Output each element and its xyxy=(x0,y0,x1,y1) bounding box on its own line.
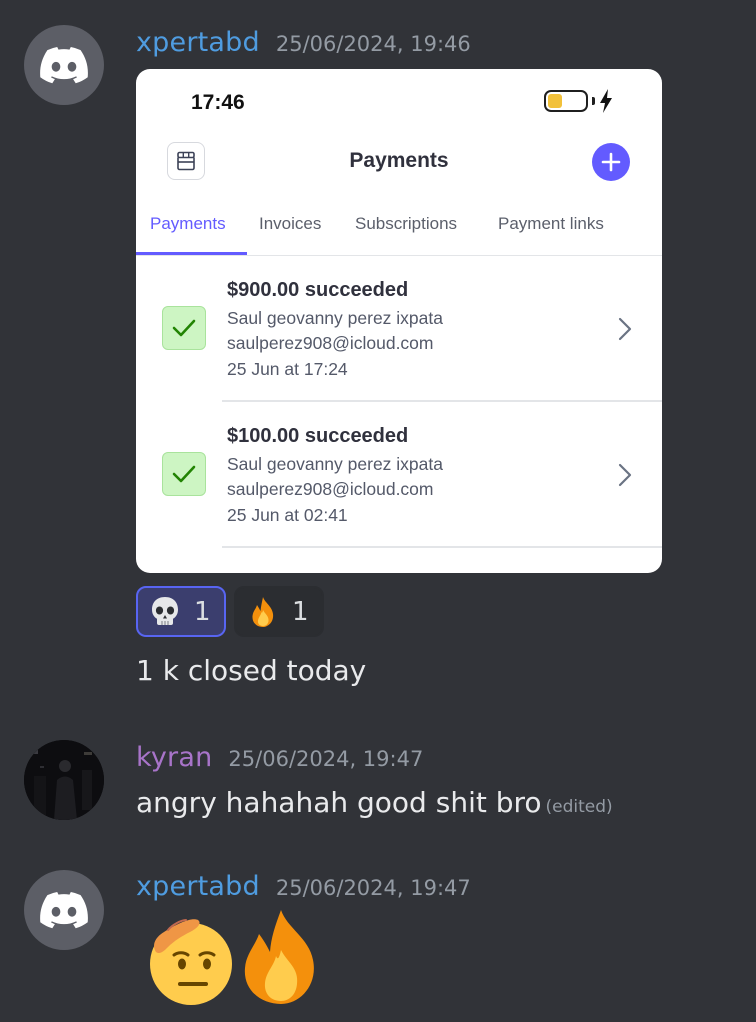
skull-emoji-icon xyxy=(152,596,178,625)
active-tab-indicator xyxy=(136,252,247,255)
avatar[interactable] xyxy=(24,25,104,105)
discord-logo-icon xyxy=(40,891,88,928)
payment-customer-name: Saul geovanny perez ixpata xyxy=(227,454,443,474)
edited-label: (edited) xyxy=(545,797,613,817)
charging-bolt-icon xyxy=(600,89,612,113)
avatar[interactable] xyxy=(24,870,104,950)
timestamp[interactable]: 25/06/2024, 19:46 xyxy=(276,32,471,56)
add-button[interactable] xyxy=(592,143,630,181)
chevron-right-icon xyxy=(618,317,632,341)
image-attachment[interactable]: 17:46 Payments Payments Invoices Subscri… xyxy=(136,69,662,573)
payment-customer-email: saulperez908@icloud.com xyxy=(227,333,434,353)
payment-date: 25 Jun at 17:24 xyxy=(227,359,348,379)
payment-row[interactable]: $100.00 succeeded Saul geovanny perez ix… xyxy=(136,402,662,548)
payment-row[interactable]: $900.00 succeeded Saul geovanny perez ix… xyxy=(136,256,662,402)
battery-icon xyxy=(544,90,588,112)
user-photo-icon xyxy=(24,740,104,820)
payment-amount: $100.00 succeeded xyxy=(227,425,409,447)
plus-icon xyxy=(601,152,621,172)
username[interactable]: xpertabd xyxy=(136,871,260,902)
discord-logo-icon xyxy=(40,46,88,83)
payment-date: 25 Jun at 02:41 xyxy=(227,505,348,525)
fire-emoji-icon xyxy=(244,910,314,1004)
username[interactable]: kyran xyxy=(136,742,212,773)
success-check-icon xyxy=(162,452,206,496)
tab-invoices[interactable]: Invoices xyxy=(259,214,321,234)
tab-payments[interactable]: Payments xyxy=(150,214,226,234)
message-header: kyran 25/06/2024, 19:47 xyxy=(136,742,423,773)
payment-customer-email: saulperez908@icloud.com xyxy=(227,479,434,499)
tab-subscriptions[interactable]: Subscriptions xyxy=(355,214,457,234)
username[interactable]: xpertabd xyxy=(136,27,260,58)
battery-level xyxy=(548,94,563,108)
timestamp[interactable]: 25/06/2024, 19:47 xyxy=(276,876,471,900)
nav-title: Payments xyxy=(349,149,449,172)
message-header: xpertabd 25/06/2024, 19:46 xyxy=(136,27,471,58)
payment-amount: $900.00 succeeded xyxy=(227,279,409,301)
tab-payment-links[interactable]: Payment links xyxy=(498,214,604,234)
message-text: angry hahahah good shit bro (edited) xyxy=(136,786,613,819)
success-check-icon xyxy=(162,306,206,350)
timestamp[interactable]: 25/06/2024, 19:47 xyxy=(228,747,423,771)
reaction-count: 1 xyxy=(292,596,309,627)
fire-emoji-icon xyxy=(252,596,274,627)
message-header: xpertabd 25/06/2024, 19:47 xyxy=(136,871,471,902)
message-text-body: angry hahahah good shit bro xyxy=(136,786,542,819)
divider xyxy=(222,546,662,548)
payment-customer-name: Saul geovanny perez ixpata xyxy=(227,308,443,328)
chevron-right-icon xyxy=(618,463,632,487)
tab-bar: Payments Invoices Subscriptions Payment … xyxy=(136,209,662,256)
reaction-skull[interactable]: 1 xyxy=(136,586,226,637)
battery-tip xyxy=(592,97,595,105)
reaction-fire[interactable]: 1 xyxy=(234,586,324,637)
reaction-count: 1 xyxy=(194,596,211,627)
status-bar-time: 17:46 xyxy=(191,91,245,114)
message-text: 1 k closed today xyxy=(136,654,367,687)
saluting-face-emoji-icon xyxy=(150,919,232,1005)
avatar[interactable] xyxy=(24,740,104,820)
